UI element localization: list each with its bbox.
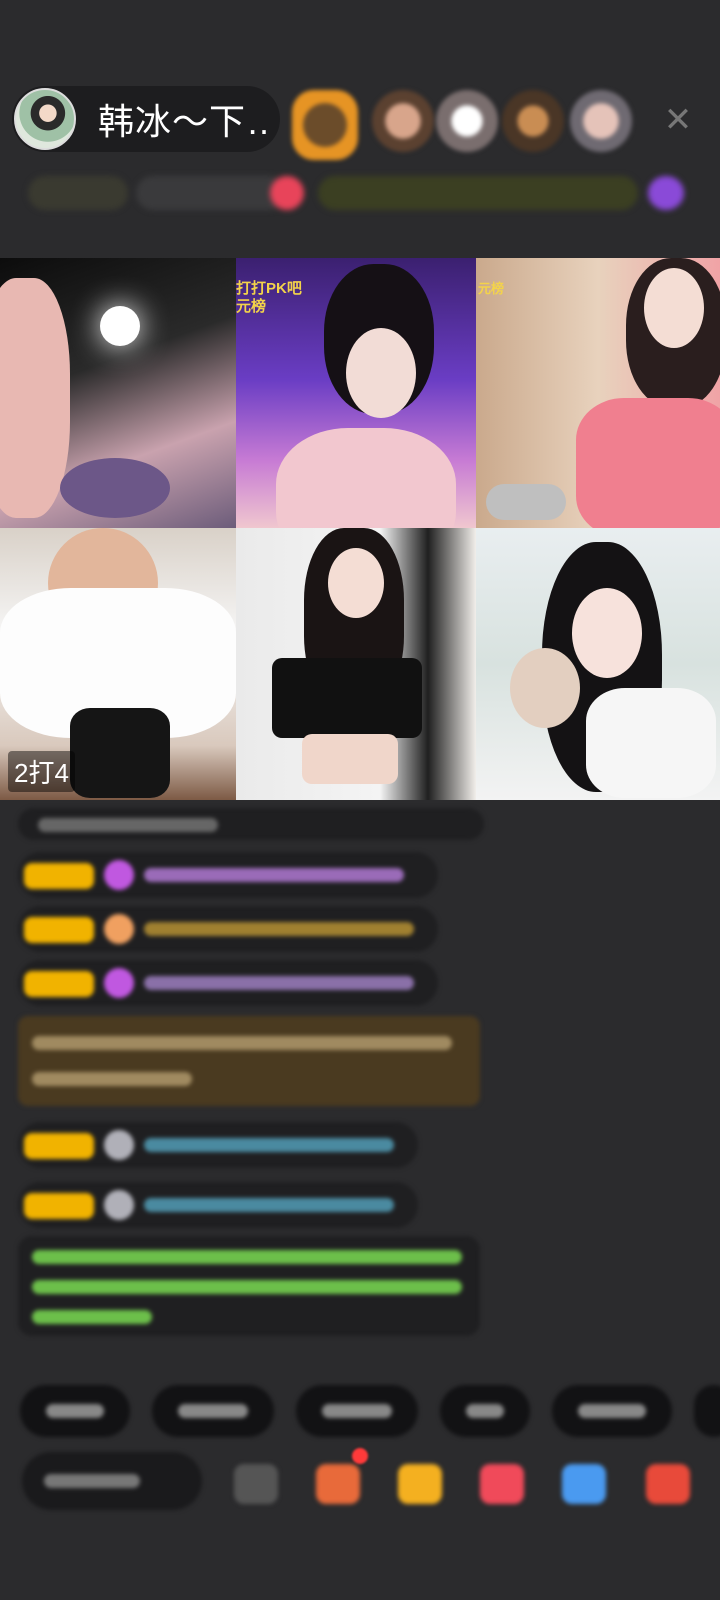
viewer-avatar[interactable] [372,90,434,152]
shop-icon[interactable] [646,1464,690,1504]
face [572,588,642,678]
face [328,548,384,618]
viewer-avatar[interactable] [292,90,358,160]
sweater [586,688,716,798]
system-notice [18,1236,480,1336]
quick-reply-chip[interactable] [20,1385,130,1437]
notice-text [32,1250,462,1264]
video-tile[interactable]: 元榜 [476,258,720,528]
chat-text [32,1036,452,1050]
gift-box-icon[interactable] [316,1464,360,1504]
level-badge [24,917,94,943]
fans-tag[interactable] [136,176,286,210]
pants [70,708,170,798]
red-envelope-icon[interactable] [480,1464,524,1504]
face [346,328,416,418]
chat-message [18,906,438,952]
video-tile[interactable]: 2打4 [0,528,236,800]
body [276,428,456,528]
host-info-pill[interactable]: 韩冰～下… [12,86,280,152]
rank-tag[interactable] [28,176,128,210]
rank-overlay-text: 元榜 [478,281,505,296]
quick-reply-chip[interactable] [552,1385,672,1437]
chat-text [144,976,414,990]
close-icon[interactable]: ✕ [660,102,696,138]
plush-toy [510,648,580,728]
comment-input-button[interactable] [22,1452,202,1510]
diamond-icon [104,860,134,890]
quick-reply-chip[interactable] [152,1385,274,1437]
hot-tag[interactable] [270,176,304,210]
level-badge [24,971,94,997]
chat-message [18,852,438,898]
notification-dot [352,1448,368,1464]
video-tile[interactable]: 打打PK吧 元榜 [236,258,476,528]
chat-message-highlight [18,1016,480,1106]
viewer-avatar[interactable] [502,90,564,152]
top [272,658,422,738]
chat-text [144,1198,394,1212]
chat-message [18,960,438,1006]
pk-mode-badge: 2打4 [8,751,75,792]
chat-text [32,1072,192,1086]
chat-text [144,868,404,882]
chat-list[interactable] [0,808,720,1368]
quick-reply-chip[interactable] [694,1385,720,1437]
quick-reply-chip[interactable] [440,1385,530,1437]
video-tile[interactable] [476,528,720,800]
notice-text [32,1310,152,1324]
game-icon[interactable] [562,1464,606,1504]
level-badge [24,1133,94,1159]
chat-text [144,922,414,936]
microphone [486,484,566,520]
face [644,268,704,348]
figure [0,278,70,518]
more-icon[interactable] [234,1464,278,1504]
activity-tag[interactable] [318,176,638,210]
video-tile[interactable] [0,258,236,528]
gift-icon[interactable] [398,1464,442,1504]
diamond-icon [104,968,134,998]
gift-tag[interactable] [648,176,684,210]
badge-icon [104,914,134,944]
avatar-icon [104,1130,134,1160]
live-room-page: 韩冰～下… ✕ 打打PK吧 元榜 元榜 2打4 [0,0,720,1600]
waist [302,734,398,784]
chat-text [144,1138,394,1152]
viewer-avatar[interactable] [436,90,498,152]
level-badge [24,863,94,889]
quick-reply-chip[interactable] [296,1385,418,1437]
lamp-light [100,306,140,346]
body [576,398,720,528]
notice-text [32,1280,462,1294]
viewer-avatar[interactable] [570,90,632,152]
pk-video-grid: 打打PK吧 元榜 元榜 2打4 [0,258,720,800]
chat-message [18,808,484,840]
host-name[interactable]: 韩冰～下… [98,93,268,145]
level-badge [24,1193,94,1219]
pk-overlay-text: 打打PK吧 元榜 [236,280,302,315]
room-tag-bar[interactable] [18,168,690,218]
chat-message [18,1182,418,1228]
pillow [60,458,170,518]
avatar-icon [104,1190,134,1220]
chat-message [18,1122,418,1168]
video-tile[interactable] [236,528,476,800]
host-avatar[interactable] [14,88,76,150]
chat-text [38,818,218,832]
